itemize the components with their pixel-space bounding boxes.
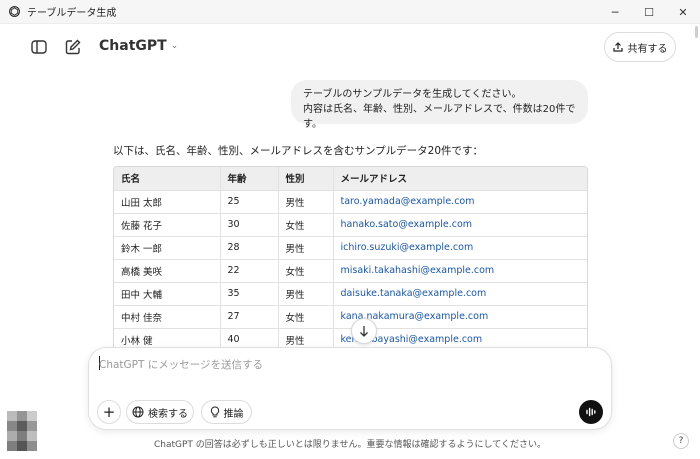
table-row: 鈴木 一郎 28 男性 ichiro.suzuki@example.com	[114, 236, 587, 260]
chevron-down-icon: ⌄	[170, 41, 179, 51]
cell-age: 27	[220, 305, 279, 329]
table-header-row: 氏名 年齢 性別 メールアドレス	[114, 167, 587, 191]
cell-email[interactable]: ichiro.suzuki@example.com	[333, 236, 587, 260]
minimize-button[interactable]: ─	[598, 0, 632, 24]
waveform-icon	[586, 407, 596, 417]
column-header-name: 氏名	[114, 167, 221, 191]
chat-header: ChatGPT ⌄ 共有する	[0, 24, 700, 70]
cell-name: 高橋 美咲	[114, 259, 221, 283]
cell-age: 35	[220, 282, 279, 306]
globe-icon	[132, 406, 144, 418]
user-message: テーブルのサンプルデータを生成してください。 内容は氏名、年齢、性別、メールアド…	[291, 80, 588, 130]
voice-mode-button[interactable]	[579, 400, 603, 424]
cell-gender: 男性	[278, 190, 334, 214]
cell-email[interactable]: misaki.takahashi@example.com	[333, 259, 587, 283]
column-header-email: メールアドレス	[333, 167, 587, 191]
new-chat-button[interactable]	[61, 35, 85, 59]
column-header-gender: 性別	[278, 167, 334, 191]
reason-button[interactable]: 推論	[201, 400, 252, 424]
message-composer[interactable]: ChatGPT にメッセージを送信する + 検索する 推論	[88, 347, 612, 430]
search-button[interactable]: 検索する	[126, 400, 194, 424]
scroll-to-bottom-button[interactable]	[351, 318, 377, 344]
table-row: 山田 太郎 25 男性 taro.yamada@example.com	[114, 190, 587, 214]
cell-gender: 女性	[278, 213, 334, 237]
maximize-button[interactable]: ☐	[632, 0, 666, 24]
share-label: 共有する	[627, 43, 668, 55]
cell-name: 鈴木 一郎	[114, 236, 221, 260]
cell-age: 30	[220, 213, 279, 237]
search-label: 検索する	[148, 408, 188, 420]
disclaimer: ChatGPT の回答は必ずしも正しいとは限りません。重要な情報は確認するように…	[154, 440, 546, 450]
avatar[interactable]	[7, 411, 37, 451]
cell-gender: 男性	[278, 236, 334, 260]
cell-gender: 女性	[278, 259, 334, 283]
share-button[interactable]: 共有する	[604, 32, 676, 62]
chatgpt-logo-icon	[7, 5, 21, 19]
cell-age: 28	[220, 236, 279, 260]
cell-age: 22	[220, 259, 279, 283]
cell-email[interactable]: taro.yamada@example.com	[333, 190, 587, 214]
cell-name: 山田 太郎	[114, 190, 221, 214]
sidebar-icon	[31, 40, 47, 54]
cell-gender: 女性	[278, 305, 334, 329]
model-selector[interactable]: ChatGPT ⌄	[99, 38, 178, 54]
model-name-label: ChatGPT	[99, 38, 167, 54]
cell-age: 25	[220, 190, 279, 214]
cell-gender: 男性	[278, 282, 334, 306]
reason-label: 推論	[223, 408, 244, 420]
cell-email[interactable]: hanako.sato@example.com	[333, 213, 587, 237]
share-icon	[612, 42, 623, 52]
user-message-line: 内容は氏名、年齢、性別、メールアドレスで、件数は20件です。	[303, 104, 576, 130]
sidebar-toggle-button[interactable]	[27, 35, 51, 59]
message-input[interactable]: ChatGPT にメッセージを送信する	[99, 357, 263, 372]
cell-email[interactable]: daisuke.tanaka@example.com	[333, 282, 587, 306]
cell-name: 中村 佳奈	[114, 305, 221, 329]
cell-name: 佐藤 花子	[114, 213, 221, 237]
title-bar: テーブルデータ生成 ─ ☐ ✕	[0, 0, 700, 24]
assistant-intro: 以下は、氏名、年齢、性別、メールアドレスを含むサンプルデータ20件です：	[113, 145, 484, 157]
arrow-down-icon	[360, 326, 368, 337]
lightbulb-icon	[210, 406, 219, 418]
column-header-age: 年齢	[220, 167, 279, 191]
window-title: テーブルデータ生成	[27, 8, 117, 19]
table-row: 高橋 美咲 22 女性 misaki.takahashi@example.com	[114, 259, 587, 283]
user-message-line: テーブルのサンプルデータを生成してください。	[303, 89, 522, 100]
close-button[interactable]: ✕	[666, 0, 700, 24]
attach-button[interactable]: +	[97, 400, 121, 424]
table-row: 田中 大輔 35 男性 daisuke.tanaka@example.com	[114, 282, 587, 306]
edit-icon	[65, 39, 81, 55]
table-row: 中村 佳奈 27 女性 kana.nakamura@example.com	[114, 305, 587, 329]
table-row: 佐藤 花子 30 女性 hanako.sato@example.com	[114, 213, 587, 237]
cell-name: 田中 大輔	[114, 282, 221, 306]
help-button[interactable]: ?	[673, 433, 689, 449]
